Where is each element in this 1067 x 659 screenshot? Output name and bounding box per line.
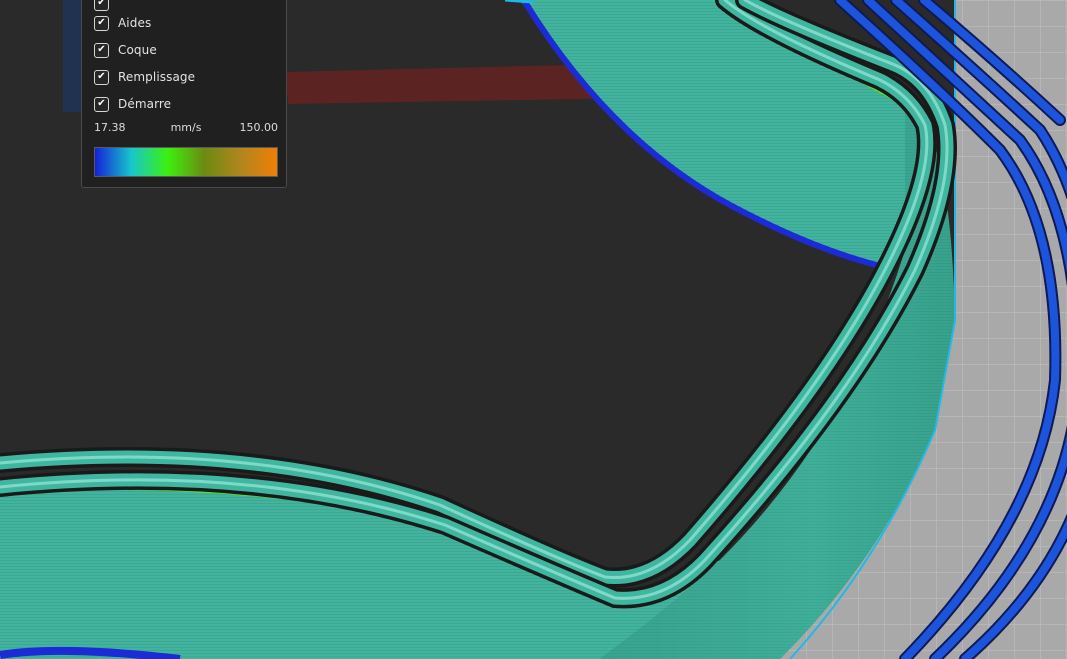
- checkbox-checked[interactable]: ✔: [94, 96, 109, 112]
- checkbox-checked[interactable]: ✔: [94, 42, 109, 58]
- travel-segment: [504, 0, 534, 4]
- legend-panel: ✔ ✔ Aides ✔ Coque ✔ Remplissage ✔ Démarr…: [81, 0, 287, 188]
- legend-item-coque[interactable]: ✔ Coque: [94, 41, 157, 59]
- legend-item-label: Coque: [118, 43, 157, 57]
- legend-item-demarre[interactable]: ✔ Démarre: [94, 95, 171, 113]
- support-edge: [63, 0, 83, 112]
- checkbox-checked[interactable]: ✔: [94, 0, 109, 11]
- checkbox-checked[interactable]: ✔: [94, 69, 109, 85]
- legend-item-label: Remplissage: [118, 70, 196, 84]
- legend-item-aides[interactable]: ✔ Aides: [94, 14, 151, 32]
- legend-item-remplissage[interactable]: ✔ Remplissage: [94, 68, 195, 86]
- speed-gradient-bar: [94, 147, 278, 177]
- legend-item-label: Démarre: [118, 97, 172, 111]
- checkbox-checked[interactable]: ✔: [94, 15, 109, 31]
- legend-item-label: Aides: [118, 16, 152, 30]
- scale-max-value: 150.00: [239, 121, 279, 134]
- legend-item-partial[interactable]: ✔: [94, 0, 118, 12]
